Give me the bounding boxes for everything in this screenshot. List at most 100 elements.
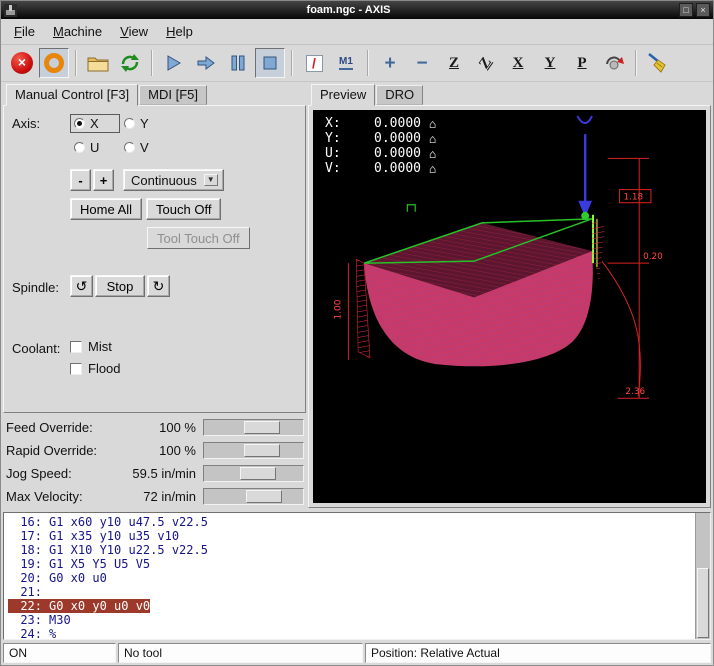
view-side-x-button[interactable]: X: [503, 48, 533, 78]
flood-checkbox-row[interactable]: Flood: [70, 361, 121, 376]
axis-radio-y[interactable]: Y: [120, 114, 170, 133]
rotate-icon: [604, 53, 624, 73]
mist-checkbox[interactable]: [70, 341, 82, 353]
rapid-override-value: 100 %: [159, 443, 203, 458]
radio-icon: [124, 142, 135, 153]
mist-checkbox-row[interactable]: Mist: [70, 339, 121, 354]
toolbar-separator: [75, 50, 77, 76]
zoom-out-button[interactable]: −: [407, 48, 437, 78]
spindle-cw-button[interactable]: ↻: [147, 275, 170, 297]
feed-override-value: 100 %: [159, 420, 203, 435]
axis-radio-u[interactable]: U: [70, 138, 120, 157]
view-rotated-top-button[interactable]: Z: [471, 48, 501, 78]
close-button[interactable]: ×: [696, 3, 710, 17]
menu-help[interactable]: Help: [157, 20, 202, 43]
mist-label: Mist: [88, 339, 112, 354]
feed-override-row: Feed Override: 100 %: [6, 416, 304, 439]
pause-button[interactable]: [223, 48, 253, 78]
homed-icon: ⌂: [429, 118, 436, 130]
slider-thumb[interactable]: [244, 421, 280, 434]
rapid-override-slider[interactable]: [203, 442, 304, 459]
menu-view[interactable]: View: [111, 20, 157, 43]
estop-button[interactable]: ×: [7, 48, 37, 78]
radio-icon: [74, 118, 85, 129]
gcode-line[interactable]: 24:%: [8, 627, 694, 640]
gcode-line[interactable]: 23:M30: [8, 613, 694, 627]
machine-power-button[interactable]: [39, 48, 69, 78]
tab-preview[interactable]: Preview: [311, 84, 375, 106]
tab-dro[interactable]: DRO: [376, 85, 423, 105]
axis-radio-x[interactable]: X: [70, 114, 120, 133]
slider-thumb[interactable]: [240, 467, 276, 480]
dimension-label: 1.00: [334, 299, 344, 319]
gcode-line[interactable]: 21:: [8, 585, 694, 599]
gcode-line[interactable]: 17:G1 x35 y10 u35 v10: [8, 529, 694, 543]
gcode-line[interactable]: 16:G1 x60 y10 u47.5 v22.5: [8, 515, 694, 529]
jog-speed-value: 59.5 in/min: [132, 466, 203, 481]
zoom-in-button[interactable]: +: [375, 48, 405, 78]
view-top-z-button[interactable]: Z: [439, 48, 469, 78]
spindle-ccw-icon: ↺: [76, 278, 88, 294]
z-view-icon: Z: [449, 55, 459, 72]
spindle-ccw-button[interactable]: ↺: [70, 275, 93, 297]
gcode-line[interactable]: 19:G1 X5 Y5 U5 V5: [8, 557, 694, 571]
toolbar: × / M1 + − Z Z X Y P: [1, 45, 713, 82]
x-view-icon: X: [513, 55, 524, 72]
jog-plus-button[interactable]: +: [93, 169, 114, 191]
feed-override-label: Feed Override:: [6, 420, 93, 435]
jog-speed-label: Jog Speed:: [6, 466, 72, 481]
skip-lines-icon: /: [306, 55, 323, 72]
gcode-line-active[interactable]: 22:G0 x0 y0 u0 v0: [8, 599, 694, 613]
gcode-listing[interactable]: 16:G1 x60 y10 u47.5 v22.5 17:G1 x35 y10 …: [3, 512, 711, 640]
open-file-button[interactable]: [83, 48, 113, 78]
toolbar-separator: [367, 50, 369, 76]
machine-state-status: ON: [3, 643, 116, 663]
jog-speed-slider[interactable]: [203, 465, 304, 482]
window-icon: [4, 4, 17, 17]
spindle-label: Spindle:: [12, 278, 70, 295]
slider-thumb[interactable]: [246, 490, 282, 503]
feed-override-slider[interactable]: [203, 419, 304, 436]
radio-icon: [124, 118, 135, 129]
preview-canvas[interactable]: 1.18 0.20 2.36 1.00 X:0.0000⌂ Y:0.0000⌂ …: [313, 110, 706, 503]
tab-mdi[interactable]: MDI [F5]: [139, 85, 207, 105]
axis-radio-group: X Y U V: [70, 114, 170, 157]
stop-button[interactable]: [255, 48, 285, 78]
overrides-section: Feed Override: 100 % Rapid Override: 100…: [3, 413, 306, 508]
broom-icon: [646, 51, 670, 75]
view-front-y-button[interactable]: Y: [535, 48, 565, 78]
toggle-optional-pause-button[interactable]: M1: [331, 48, 361, 78]
step-line-button[interactable]: [191, 48, 221, 78]
step-arrow-icon: [196, 55, 216, 71]
flood-checkbox[interactable]: [70, 363, 82, 375]
spindle-stop-button[interactable]: Stop: [95, 275, 145, 297]
toggle-rotate-button[interactable]: [599, 48, 629, 78]
run-program-button[interactable]: [159, 48, 189, 78]
axis-radio-v[interactable]: V: [120, 138, 170, 157]
clear-plot-button[interactable]: [643, 48, 673, 78]
menu-machine[interactable]: Machine: [44, 20, 111, 43]
slider-thumb[interactable]: [244, 444, 280, 457]
gcode-line[interactable]: 20:G0 x0 u0: [8, 571, 694, 585]
axis-label: Axis:: [12, 114, 70, 131]
gcode-line[interactable]: 18:G1 X10 Y10 u22.5 v22.5: [8, 543, 694, 557]
touch-off-button[interactable]: Touch Off: [146, 198, 221, 220]
view-perspective-button[interactable]: P: [567, 48, 597, 78]
toggle-skip-lines-button[interactable]: /: [299, 48, 329, 78]
jog-minus-button[interactable]: -: [70, 169, 91, 191]
home-all-button[interactable]: Home All: [70, 198, 142, 220]
tool-touch-off-button[interactable]: Tool Touch Off: [147, 227, 250, 249]
manual-control-panel: Axis: X Y U V - + Continuous ▼: [3, 105, 306, 413]
gcode-scrollbar[interactable]: [695, 513, 710, 639]
maximize-button[interactable]: □: [679, 3, 693, 17]
scrollbar-thumb[interactable]: [697, 568, 709, 638]
jog-increment-dropdown[interactable]: Continuous ▼: [123, 169, 224, 191]
homed-icon: ⌂: [429, 133, 436, 145]
toolbar-separator: [151, 50, 153, 76]
reload-file-button[interactable]: [115, 48, 145, 78]
preview-box: 1.18 0.20 2.36 1.00 X:0.0000⌂ Y:0.0000⌂ …: [308, 105, 711, 508]
dimension-label: 2.36: [625, 387, 645, 397]
tab-manual-control[interactable]: Manual Control [F3]: [6, 84, 138, 106]
menu-file[interactable]: File: [5, 20, 44, 43]
max-velocity-slider[interactable]: [203, 488, 304, 505]
